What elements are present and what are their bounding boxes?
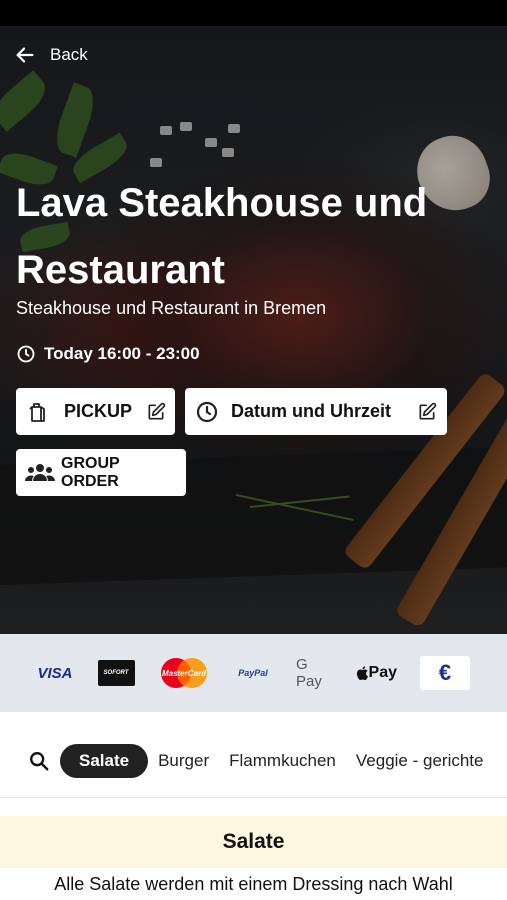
users-icon (25, 463, 55, 481)
apple-icon (356, 666, 369, 681)
opening-hours: Today 16:00 - 23:00 (16, 344, 200, 364)
opening-hours-text: Today 16:00 - 23:00 (44, 344, 200, 363)
search-icon[interactable] (28, 750, 50, 772)
restaurant-name: Lava Steakhouse und Restaurant (16, 181, 428, 292)
google-pay-logo: G Pay (296, 656, 322, 690)
status-bar (0, 0, 507, 26)
mastercard-logo: MasterCard (158, 634, 210, 712)
paypal-logo: PayPal (238, 668, 268, 678)
section-title: Salate (0, 816, 507, 868)
edit-icon (419, 402, 437, 419)
group-order-label: GROUP ORDER (61, 454, 120, 490)
date-time-button[interactable]: Datum und Uhrzeit (185, 388, 447, 435)
group-order-button[interactable]: GROUP ORDER (16, 449, 186, 496)
pickup-bag-icon (29, 402, 45, 422)
category-tab-salate[interactable]: Salate (60, 744, 149, 778)
date-time-label: Datum und Uhrzeit (231, 401, 391, 421)
section-description: Alle Salate werden mit einem Dressing na… (54, 874, 453, 894)
mastercard-icon: MasterCard (161, 658, 207, 688)
apple-pay-text: Pay (368, 664, 397, 681)
clock-icon (196, 401, 218, 422)
category-bar: Salate Burger Flammkuchen Veggie - geric… (0, 712, 507, 798)
back-label: Back (50, 45, 88, 64)
back-button[interactable]: Back (14, 44, 88, 66)
apple-pay-logo: Pay (355, 634, 397, 712)
payment-methods-bar: VISA SOFORT MasterCard PayPal G Pay Pay … (0, 634, 507, 712)
pickup-label: PICKUP (64, 401, 133, 421)
category-tabs: Salate Burger Flammkuchen Veggie - geric… (60, 744, 493, 778)
sofort-logo-text: SOFORT (97, 660, 135, 686)
sofort-logo: SOFORT (97, 634, 135, 712)
clock-icon (17, 345, 35, 363)
hero-image (0, 26, 507, 634)
category-tab-flammkuchen[interactable]: Flammkuchen (219, 744, 346, 778)
category-tab-veggie[interactable]: Veggie - gerichte (346, 744, 494, 778)
pickup-button[interactable]: PICKUP (16, 388, 175, 435)
euro-payment: € (420, 634, 470, 712)
mastercard-text: MasterCard (162, 669, 207, 678)
arrow-left-icon (16, 47, 34, 63)
hero-overlay (0, 26, 507, 634)
restaurant-subtitle: Steakhouse und Restaurant in Bremen (16, 298, 327, 318)
category-tab-burger[interactable]: Burger (148, 744, 219, 778)
edit-icon (148, 402, 166, 419)
euro-icon: € (420, 656, 470, 690)
visa-logo: VISA (37, 664, 73, 682)
